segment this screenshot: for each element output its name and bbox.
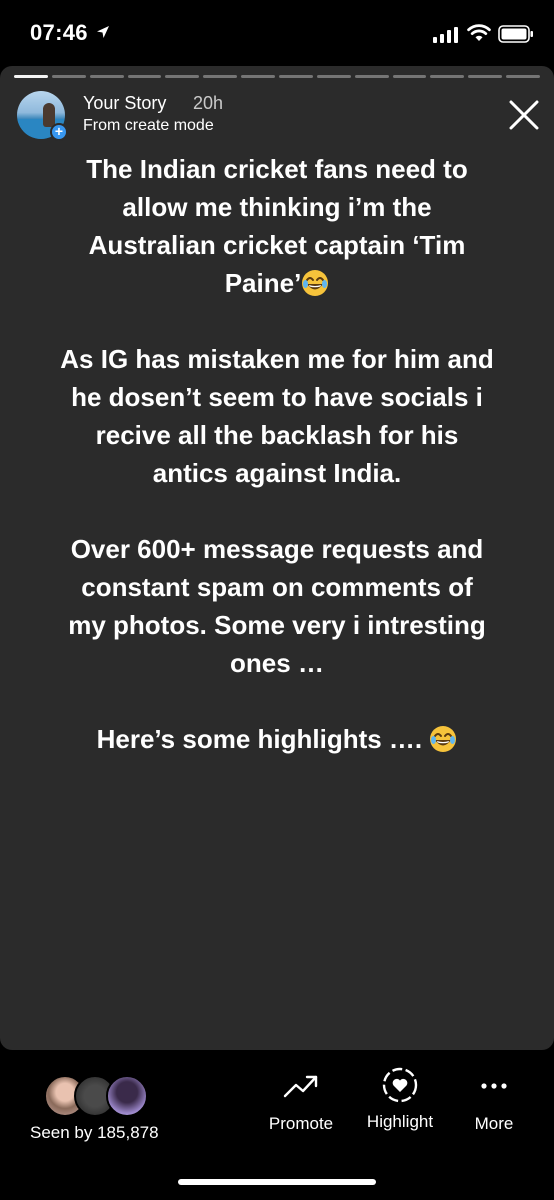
story-text: The Indian cricket fans need to allow me… bbox=[60, 150, 494, 796]
story-progress-segment bbox=[279, 75, 313, 78]
seen-by-count[interactable]: Seen by 185,878 bbox=[30, 1123, 159, 1143]
more-button[interactable]: More bbox=[470, 1070, 518, 1134]
story-progress-segment bbox=[316, 75, 351, 78]
status-bar: 07:46 bbox=[0, 0, 554, 66]
add-story-plus-icon[interactable]: + bbox=[50, 123, 68, 141]
story-progress-segment bbox=[430, 75, 465, 78]
story-bottom-bar: Seen by 185,878 Promote Highlight More bbox=[0, 1050, 554, 1200]
story-paragraph-text: The Indian cricket fans need to allow me… bbox=[86, 154, 468, 298]
story-progress-segment bbox=[127, 75, 162, 78]
story-progress-segment bbox=[241, 75, 276, 78]
story-card[interactable]: + Your Story 20h From create mode The In… bbox=[0, 66, 554, 1050]
story-progress-segment bbox=[14, 75, 48, 78]
highlight-label: Highlight bbox=[366, 1112, 434, 1131]
status-time: 07:46 bbox=[30, 20, 88, 45]
trending-up-icon bbox=[283, 1075, 318, 1098]
story-progress-segment bbox=[51, 75, 86, 78]
wifi-icon bbox=[467, 24, 491, 41]
battery-icon bbox=[498, 25, 533, 43]
story-paragraph: The Indian cricket fans need to allow me… bbox=[60, 150, 494, 302]
story-age: 20h bbox=[193, 93, 224, 113]
promote-button[interactable]: Promote bbox=[264, 1070, 338, 1134]
more-label: More bbox=[474, 1114, 514, 1133]
close-icon[interactable] bbox=[506, 97, 542, 133]
story-paragraph-text: Over 600+ message requests and constant … bbox=[68, 534, 486, 678]
story-subtitle: From create mode bbox=[83, 117, 214, 134]
story-progress-bar bbox=[14, 75, 541, 79]
viewer-avatar[interactable] bbox=[106, 1075, 148, 1117]
cellular-signal-icon bbox=[433, 27, 458, 43]
story-paragraph: Here’s some highlights …. bbox=[60, 720, 494, 758]
story-paragraph: Over 600+ message requests and constant … bbox=[60, 530, 494, 682]
story-progress-segment bbox=[392, 75, 427, 78]
laughing-emoji-icon bbox=[430, 726, 457, 752]
home-indicator[interactable] bbox=[178, 1179, 376, 1185]
story-progress-segment bbox=[506, 75, 541, 78]
highlight-heart-icon bbox=[382, 1067, 418, 1103]
story-paragraph-text: Here’s some highlights …. bbox=[96, 724, 423, 754]
highlight-button[interactable]: Highlight bbox=[358, 1067, 442, 1132]
promote-label: Promote bbox=[268, 1114, 334, 1133]
story-progress-segment bbox=[468, 75, 503, 78]
story-username[interactable]: Your Story bbox=[83, 93, 166, 114]
location-arrow-icon bbox=[97, 26, 109, 38]
laughing-emoji-icon bbox=[302, 270, 329, 296]
story-progress-segment bbox=[165, 75, 200, 78]
story-progress-segment bbox=[203, 75, 238, 78]
more-options-icon bbox=[481, 1083, 507, 1089]
story-paragraph-text: As IG has mistaken me for him and he dos… bbox=[60, 344, 494, 488]
story-progress-segment bbox=[354, 75, 389, 78]
story-paragraph: As IG has mistaken me for him and he dos… bbox=[60, 340, 494, 492]
story-progress-segment bbox=[89, 75, 124, 78]
